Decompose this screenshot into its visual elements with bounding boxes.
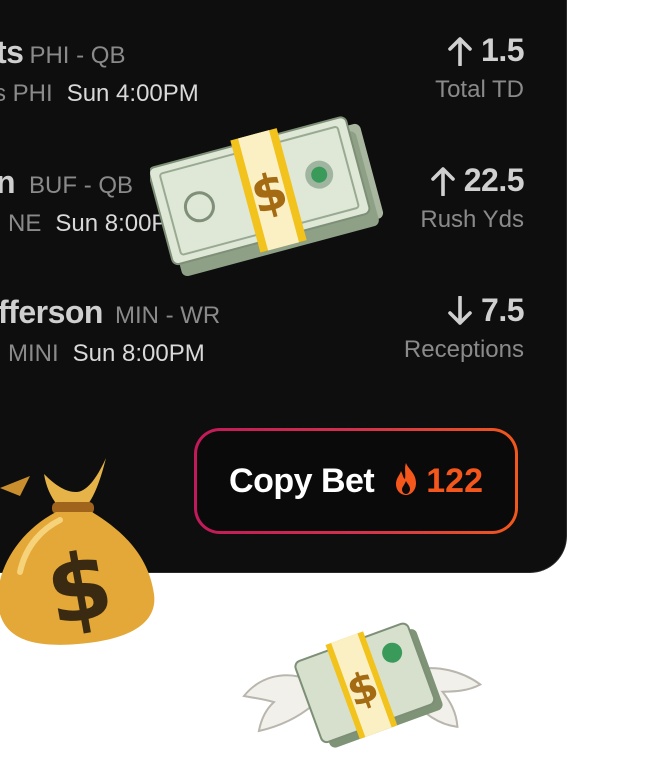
money-bag-icon: $ xyxy=(0,452,160,648)
fire-icon xyxy=(392,462,420,501)
money-with-wings-icon: $ xyxy=(236,602,498,760)
arrow-down-icon xyxy=(447,295,473,326)
game-matchup: s PHI xyxy=(0,80,53,107)
player-name: n xyxy=(0,164,16,200)
line-value: 1.5 xyxy=(481,32,524,68)
player-position: BUF - QB xyxy=(29,172,134,199)
stat-type: Receptions xyxy=(403,336,524,363)
copy-count: 122 xyxy=(426,461,483,500)
stat-type: Total TD xyxy=(435,76,524,103)
money-stack-icon: $ xyxy=(148,92,390,292)
arrow-up-icon xyxy=(447,36,473,66)
pick-row: fferson MIN - WR MINI Sun 8:00PM 7.5 Recep… xyxy=(0,292,566,404)
arrow-up-icon xyxy=(430,166,456,196)
game-matchup: NE xyxy=(8,210,42,237)
player-name: ts xyxy=(0,34,24,70)
line-value: 7.5 xyxy=(481,292,524,328)
player-name: fferson xyxy=(0,294,103,330)
copy-bet-button[interactable]: Copy Bet 122 xyxy=(194,428,518,534)
game-matchup: MINI xyxy=(8,340,59,367)
game-time: Sun 8:00PM xyxy=(72,340,205,367)
player-position: MIN - WR xyxy=(114,302,221,329)
line-value: 22.5 xyxy=(463,162,525,198)
stat-type: Rush Yds xyxy=(420,206,524,233)
copy-bet-label: Copy Bet xyxy=(229,461,375,500)
player-position: PHI - QB xyxy=(29,42,126,69)
